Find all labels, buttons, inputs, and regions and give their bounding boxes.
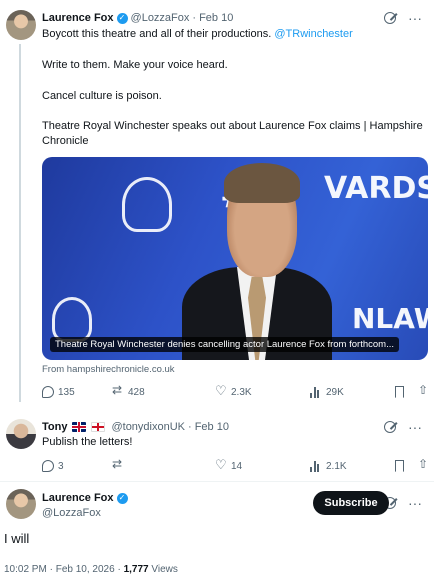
reply-count: 3 [58, 460, 64, 472]
link-card[interactable]: # VARDS NLAW Theatre Royal Winchester de… [42, 157, 428, 360]
heart-icon [215, 457, 227, 473]
separator: · [192, 12, 197, 24]
tweet-corner-actions: ··· [384, 11, 422, 25]
repost-button[interactable] [112, 457, 215, 472]
card-source[interactable]: From hampshirechronicle.co.uk [42, 364, 175, 375]
reply-icon [42, 386, 54, 398]
author-handle[interactable]: @tonydixonUK [111, 421, 185, 433]
like-button[interactable]: 2.3K [215, 383, 310, 399]
tweet-date[interactable]: Feb 10 [199, 12, 233, 24]
avatar[interactable] [6, 419, 36, 449]
card-caption: Theatre Royal Winchester denies cancelli… [50, 337, 399, 352]
avatar[interactable] [6, 10, 36, 40]
views-count: 1,777 [123, 564, 149, 575]
tweet-meta: 10:02 PM · Feb 10, 2026 · 1,777 Views [4, 564, 178, 575]
author-handle[interactable]: @LozzaFox [131, 12, 190, 24]
views-chart-icon [310, 460, 322, 472]
more-icon[interactable]: ··· [408, 420, 422, 434]
repost-icon [112, 457, 124, 472]
subscribe-button[interactable]: Subscribe [313, 491, 389, 515]
thread-line [19, 44, 21, 402]
more-icon[interactable]: ··· [408, 496, 422, 510]
grok-icon[interactable] [384, 12, 396, 24]
tweet-text-line-4: Theatre Royal Winchester speaks out abou… [42, 120, 423, 147]
views-button[interactable]: 2.1K [310, 460, 395, 472]
tweet-text-line-2: Write to them. Make your voice heard. [42, 59, 228, 71]
grok-icon[interactable] [384, 421, 396, 433]
views-button[interactable]: 29K [310, 386, 395, 398]
lottery-logo-icon [122, 177, 172, 232]
tweet-header: Laurence Fox ✓ @LozzaFox · Feb 10 [42, 12, 233, 24]
tweet-corner-actions: ··· [384, 496, 422, 510]
reply-count: 135 [58, 386, 75, 398]
tweet-laurence-fox[interactable]: Laurence Fox ✓ @LozzaFox · Feb 10 ··· Bo… [0, 0, 434, 405]
author-name[interactable]: Laurence Fox [42, 492, 114, 504]
like-button[interactable]: 14 [215, 457, 310, 473]
reply-button[interactable]: 3 [42, 460, 92, 472]
share-icon[interactable] [418, 383, 430, 398]
tweet-date[interactable]: Feb 10, 2026 [56, 564, 115, 575]
tweet-actions: 135 428 2.3K 29K [42, 383, 430, 399]
reply-button[interactable]: 135 [42, 386, 92, 398]
views-chart-icon [310, 386, 322, 398]
tweet-header: Tony @tonydixonUK · Feb 10 [42, 421, 229, 433]
separator: · [49, 564, 53, 575]
tweet-date[interactable]: Feb 10 [195, 421, 229, 433]
repost-button[interactable]: 428 [112, 383, 215, 398]
reply-icon [42, 460, 54, 472]
heart-icon [215, 383, 227, 399]
card-bg-nlaw: NLAW [352, 302, 428, 335]
like-count: 14 [231, 460, 243, 472]
lottery-logo-icon-2 [52, 297, 92, 342]
tweet-text: Publish the letters! [42, 436, 133, 448]
repost-icon [112, 383, 124, 398]
author-name[interactable]: Laurence Fox [42, 12, 114, 24]
card-photo-person [182, 163, 332, 360]
verified-badge-icon: ✓ [116, 12, 128, 24]
like-count: 2.3K [231, 386, 252, 398]
share-icon[interactable] [418, 457, 430, 472]
views-count: 2.1K [326, 460, 347, 472]
separator: · [188, 421, 192, 433]
tweet-tony[interactable]: Tony @tonydixonUK · Feb 10 ··· Publish t… [0, 410, 434, 480]
tweet-actions: 3 14 2.1K [42, 457, 430, 473]
bookmark-icon[interactable] [395, 460, 404, 472]
views-count: 29K [326, 386, 344, 398]
mention-link[interactable]: @TRwinchester [274, 28, 352, 40]
views-label: Views [151, 564, 178, 575]
separator: · [117, 564, 121, 575]
england-flag-icon [91, 422, 106, 432]
uk-flag-icon [72, 422, 87, 432]
tweet-header: Laurence Fox ✓ [42, 492, 128, 504]
avatar[interactable] [6, 489, 36, 519]
tweet-time[interactable]: 10:02 PM [4, 564, 47, 575]
tweet-corner-actions: ··· [384, 420, 422, 434]
tweet-text: Boycott this theatre and all of their pr… [42, 28, 275, 40]
more-icon[interactable]: ··· [408, 11, 422, 25]
divider [0, 481, 434, 482]
tweet-text: I will [4, 531, 30, 546]
verified-badge-icon: ✓ [116, 492, 128, 504]
author-name[interactable]: Tony [42, 421, 67, 433]
tweet-text-line-3: Cancel culture is poison. [42, 90, 162, 102]
bookmark-icon[interactable] [395, 386, 404, 398]
tweet-text-line-1: Boycott this theatre and all of their pr… [42, 27, 426, 42]
card-bg-awards: VARDS [324, 171, 428, 206]
repost-count: 428 [128, 386, 145, 398]
author-handle[interactable]: @LozzaFox [42, 507, 101, 519]
